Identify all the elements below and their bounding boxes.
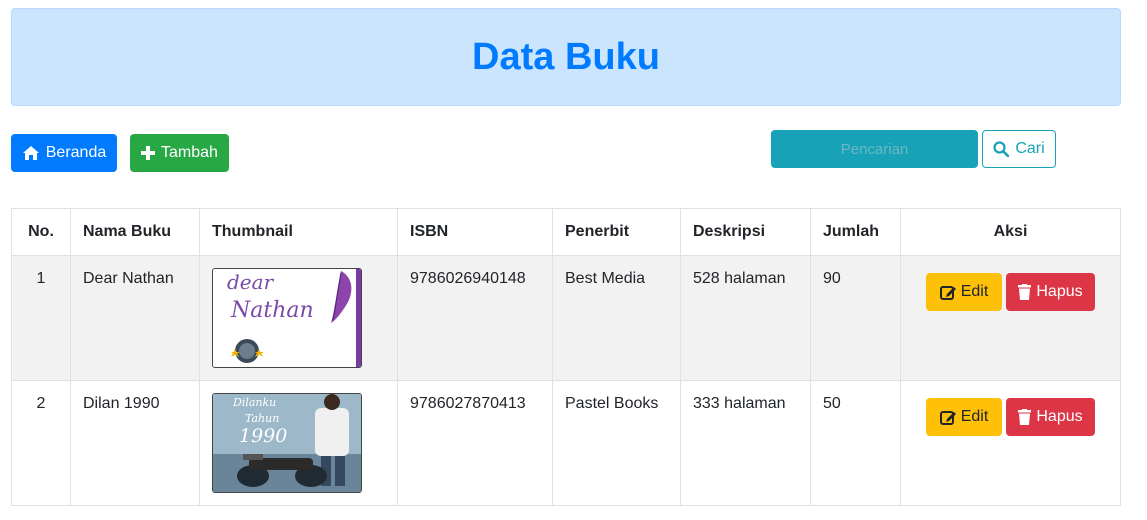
header-no: No.	[11, 208, 71, 256]
book-thumbnail: Dilanku Tahun 1990	[212, 393, 362, 493]
home-button[interactable]: Beranda	[11, 134, 117, 172]
cell-jumlah: 50	[810, 380, 901, 506]
edit-icon	[939, 286, 956, 300]
delete-button[interactable]: Hapus	[1006, 398, 1095, 436]
header-thumbnail: Thumbnail	[199, 208, 398, 256]
search-input[interactable]	[771, 130, 978, 168]
cell-nama-buku: Dilan 1990	[70, 380, 200, 506]
thumb-title-line2: Nathan	[230, 298, 314, 323]
edit-icon	[939, 411, 956, 425]
table-header-row: No. Nama Buku Thumbnail ISBN Penerbit De…	[11, 208, 1121, 256]
cell-deskripsi: 333 halaman	[680, 380, 811, 506]
thumb-title-line3: 1990	[239, 425, 287, 447]
thumb-title-line1: dear	[227, 270, 275, 294]
cell-aksi: Edit Hapus	[900, 255, 1121, 381]
book-thumbnail: dear Nathan	[212, 268, 362, 368]
cell-no: 1	[11, 255, 71, 381]
edit-button-label: Edit	[960, 283, 989, 300]
search-button[interactable]: Cari	[982, 130, 1056, 168]
cell-penerbit: Best Media	[552, 255, 681, 381]
header-isbn: ISBN	[397, 208, 553, 256]
cell-aksi: Edit Hapus	[900, 380, 1121, 506]
home-button-label: Beranda	[45, 144, 107, 161]
trash-icon	[1018, 284, 1032, 300]
header-aksi: Aksi	[900, 208, 1121, 256]
cell-isbn: 9786026940148	[397, 255, 553, 381]
delete-button-label: Hapus	[1036, 408, 1083, 425]
cell-thumbnail: dear Nathan	[199, 255, 398, 381]
header-deskripsi: Deskripsi	[680, 208, 811, 256]
cell-nama-buku: Dear Nathan	[70, 255, 200, 381]
page-title: Data Buku	[472, 35, 660, 78]
cell-jumlah: 90	[810, 255, 901, 381]
delete-button-label: Hapus	[1036, 283, 1083, 300]
header-jumlah: Jumlah	[810, 208, 901, 256]
cell-isbn: 9786027870413	[397, 380, 553, 506]
edit-button[interactable]: Edit	[926, 398, 1002, 436]
search-icon	[993, 141, 1010, 157]
edit-button[interactable]: Edit	[926, 273, 1002, 311]
page-header: Data Buku	[11, 8, 1121, 106]
cell-penerbit: Pastel Books	[552, 380, 681, 506]
add-button[interactable]: Tambah	[130, 134, 229, 172]
cell-deskripsi: 528 halaman	[680, 255, 811, 381]
table-row: 2 Dilan 1990 Dilanku Tahun 1990 97860278…	[11, 380, 1121, 506]
books-table: No. Nama Buku Thumbnail ISBN Penerbit De…	[11, 208, 1121, 506]
add-button-label: Tambah	[161, 144, 218, 161]
search-button-label: Cari	[1015, 140, 1045, 157]
delete-button[interactable]: Hapus	[1006, 273, 1095, 311]
header-penerbit: Penerbit	[552, 208, 681, 256]
cell-no: 2	[11, 380, 71, 506]
trash-icon	[1018, 409, 1032, 425]
edit-button-label: Edit	[960, 408, 989, 425]
thumb-title-line1: Dilanku	[232, 396, 276, 409]
cell-thumbnail: Dilanku Tahun 1990	[199, 380, 398, 506]
header-nama-buku: Nama Buku	[70, 208, 200, 256]
thumb-title-line2: Tahun	[245, 412, 279, 425]
plus-icon	[141, 146, 156, 160]
table-row: 1 Dear Nathan dear Nathan 9786026940148 …	[11, 255, 1121, 381]
home-icon	[22, 146, 39, 160]
